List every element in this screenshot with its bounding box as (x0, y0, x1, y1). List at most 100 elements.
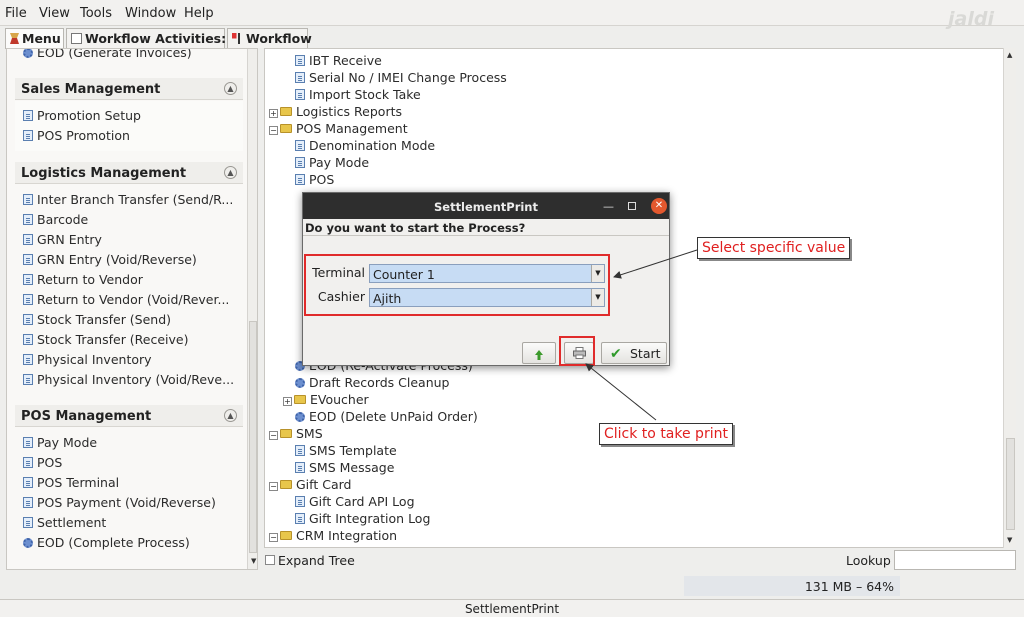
section-header-logistics-management[interactable]: Logistics Management ▲ (15, 162, 243, 184)
tree-node-evoucher[interactable]: + EVoucher (283, 392, 369, 407)
scrollbar-thumb[interactable] (249, 321, 257, 553)
sidebar-item-pay-mode[interactable]: Pay Mode (23, 435, 97, 450)
collapse-chevron-icon[interactable]: ▲ (224, 409, 237, 422)
tree-node-import-stock-take[interactable]: Import Stock Take (295, 87, 421, 102)
sidebar-item-pos-payment-void[interactable]: POS Payment (Void/Reverse) (23, 495, 216, 510)
scrollbar-thumb[interactable] (1006, 438, 1015, 530)
folder-icon (280, 107, 292, 116)
document-icon (23, 214, 33, 225)
left-panel-scrollbar[interactable]: ▼ (247, 49, 257, 569)
menu-window[interactable]: Window (125, 6, 176, 21)
collapse-icon[interactable]: − (269, 482, 278, 491)
close-icon[interactable]: ✕ (651, 198, 667, 214)
collapse-icon[interactable]: − (269, 431, 278, 440)
start-button[interactable]: ✔ Start (601, 342, 667, 364)
tree-node-denomination-mode[interactable]: Denomination Mode (295, 138, 435, 153)
tree-scrollbar[interactable]: ▲ ▼ (1003, 48, 1016, 548)
tree-node-pay-mode[interactable]: Pay Mode (295, 155, 369, 170)
document-icon (23, 437, 33, 448)
tree-node-gift-card[interactable]: − Gift Card (269, 477, 351, 492)
sidebar-item-pos-promotion[interactable]: POS Promotion (23, 128, 130, 143)
sidebar-item-pos[interactable]: POS (23, 455, 62, 470)
expand-tree-checkbox[interactable] (265, 555, 275, 565)
document-icon (23, 334, 33, 345)
expand-icon[interactable]: + (283, 397, 292, 406)
document-icon (295, 462, 305, 473)
memory-indicator: 131 MB – 64% (684, 576, 900, 596)
tree-node-draft-records-cleanup[interactable]: Draft Records Cleanup (295, 375, 450, 390)
collapse-icon[interactable]: − (269, 126, 278, 135)
tree-node-pos[interactable]: POS (295, 172, 334, 187)
sidebar-item-eod-complete-process[interactable]: EOD (Complete Process) (23, 535, 190, 550)
sidebar-item-grn-entry-void[interactable]: GRN Entry (Void/Reverse) (23, 252, 197, 267)
folder-open-icon (280, 531, 292, 540)
scroll-down-arrow-icon[interactable]: ▼ (251, 557, 256, 565)
collapse-chevron-icon[interactable]: ▲ (224, 82, 237, 95)
folder-open-icon (280, 429, 292, 438)
tree-node-gift-integration-log[interactable]: Gift Integration Log (295, 511, 430, 526)
annotation-take-print: Click to take print (599, 423, 733, 445)
minimize-icon[interactable]: — (603, 200, 614, 213)
sidebar-item-eod-generate-invoices[interactable]: EOD (Generate Invoices) (23, 49, 192, 60)
collapse-chevron-icon[interactable]: ▲ (224, 166, 237, 179)
scroll-down-arrow-icon[interactable]: ▼ (1007, 536, 1012, 544)
sidebar-item-stock-transfer-send[interactable]: Stock Transfer (Send) (23, 312, 171, 327)
tree-node-ibt-receive[interactable]: IBT Receive (295, 53, 382, 68)
sidebar-item-return-to-vendor-void[interactable]: Return to Vendor (Void/Rever... (23, 292, 229, 307)
sidebar-item-settlement[interactable]: Settlement (23, 515, 106, 530)
tree-node-sms[interactable]: − SMS (269, 426, 323, 441)
sidebar-item-pos-terminal[interactable]: POS Terminal (23, 475, 119, 490)
section-header-sales-management[interactable]: Sales Management ▲ (15, 78, 243, 100)
green-arrow-icon (533, 348, 545, 360)
document-icon (23, 517, 33, 528)
sidebar-item-inter-branch-transfer[interactable]: Inter Branch Transfer (Send/R... (23, 192, 233, 207)
status-bar: SettlementPrint (0, 599, 1024, 617)
sidebar-item-physical-inventory[interactable]: Physical Inventory (23, 352, 152, 367)
folder-open-icon (280, 124, 292, 133)
menu-help[interactable]: Help (184, 6, 214, 21)
expand-tree-label: Expand Tree (278, 553, 355, 568)
tab-workflow[interactable]: Workflow (227, 28, 312, 48)
sidebar-item-stock-transfer-receive[interactable]: Stock Transfer (Receive) (23, 332, 189, 347)
sidebar-item-promotion-setup[interactable]: Promotion Setup (23, 108, 141, 123)
expand-icon[interactable]: + (269, 109, 278, 118)
refresh-button[interactable] (522, 342, 556, 364)
document-icon (295, 496, 305, 507)
menu-view[interactable]: View (39, 6, 70, 21)
scroll-up-arrow-icon[interactable]: ▲ (1007, 51, 1012, 59)
document-icon (23, 234, 33, 245)
document-icon (23, 314, 33, 325)
divider (303, 235, 669, 236)
tab-workflow-activities[interactable]: Workflow Activities: 0 (66, 28, 239, 48)
tree-node-sms-message[interactable]: SMS Message (295, 460, 394, 475)
tree-node-gift-card-api-log[interactable]: Gift Card API Log (295, 494, 415, 509)
document-icon (23, 194, 33, 205)
sidebar-item-return-to-vendor[interactable]: Return to Vendor (23, 272, 143, 287)
document-icon (23, 274, 33, 285)
sidebar-item-physical-inventory-void[interactable]: Physical Inventory (Void/Reve... (23, 372, 234, 387)
tree-node-sms-template[interactable]: SMS Template (295, 443, 397, 458)
tree-node-eod-delete-unpaid[interactable]: EOD (Delete UnPaid Order) (295, 409, 478, 424)
document-icon (295, 55, 305, 66)
collapse-icon[interactable]: − (269, 533, 278, 542)
tree-node-crm-integration[interactable]: − CRM Integration (269, 528, 397, 543)
menu-tools[interactable]: Tools (80, 6, 112, 21)
tree-node-serial-imei-change[interactable]: Serial No / IMEI Change Process (295, 70, 507, 85)
gear-icon (295, 378, 305, 388)
tree-node-pos-management[interactable]: − POS Management (269, 121, 408, 136)
tab-menu[interactable]: Menu (5, 28, 64, 49)
section-header-pos-management[interactable]: POS Management ▲ (15, 405, 243, 427)
lookup-input[interactable] (894, 550, 1016, 570)
menu-file[interactable]: File (5, 6, 27, 21)
document-icon (23, 354, 33, 365)
document-icon (71, 33, 82, 44)
folder-icon (294, 395, 306, 404)
document-icon (295, 89, 305, 100)
sidebar-item-barcode[interactable]: Barcode (23, 212, 88, 227)
sidebar-item-grn-entry[interactable]: GRN Entry (23, 232, 102, 247)
document-icon (295, 72, 305, 83)
tree-node-logistics-reports[interactable]: + Logistics Reports (269, 104, 402, 119)
annotation-highlight-fields (304, 254, 610, 316)
left-navigation-panel: EOD (Generate Invoices) Sales Management… (6, 48, 258, 570)
maximize-icon[interactable] (628, 202, 636, 210)
